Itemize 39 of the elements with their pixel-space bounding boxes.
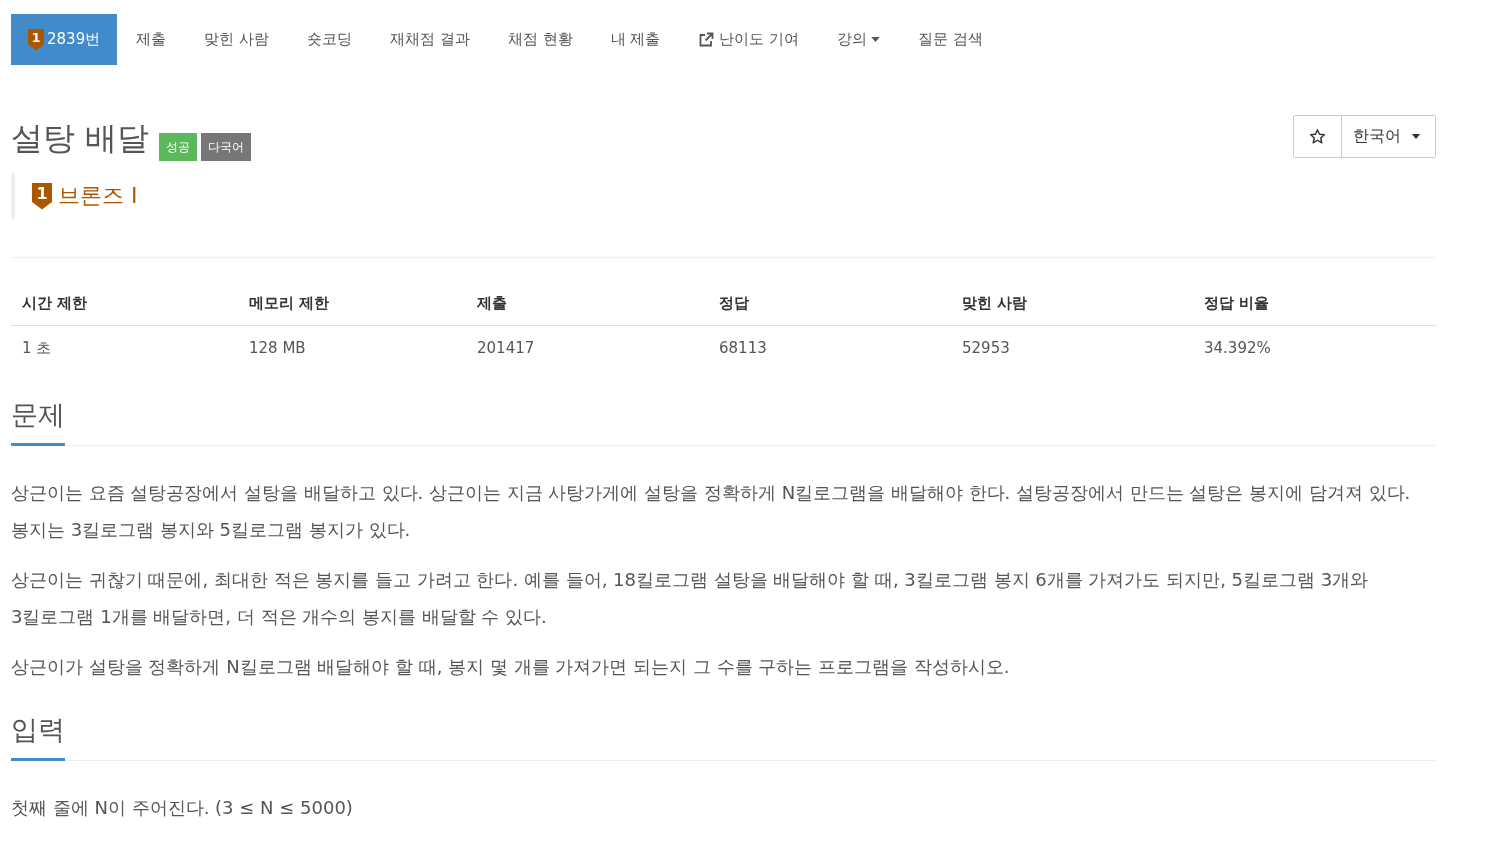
problem-paragraph: 상근이는 귀찮기 때문에, 최대한 적은 봉지를 들고 가려고 한다. 예를 들어, 18킬로그램 설탕을 배달해야 할 때, 3킬로그램 봉지 6개를 가져가도 되지만, 5킬로그램 3개와 3킬로그램 1개를 배달하면, 더 적은 개수의 봉지를 배달할 수 있다. (11, 568, 1370, 629)
nav-tab[interactable]: 질문 검색 (899, 14, 1002, 65)
favorite-button[interactable] (1294, 116, 1342, 157)
status-label: 다국어 (201, 133, 252, 161)
nav-tab[interactable]: 맞힌 사람 (185, 14, 288, 65)
nav-tab[interactable]: 강의 (818, 14, 900, 65)
nav-tab[interactable]: 숏코딩 (287, 14, 371, 65)
nav-tab[interactable]: 제출 (117, 14, 186, 65)
column-header: 정답 비율 (1203, 293, 1271, 314)
problem-paragraph: 첫째 줄에 N이 주어진다. (3 ≤ N ≤ 5000) (11, 796, 354, 820)
caret-icon (871, 37, 881, 42)
problem-title: 설탕 배달 (11, 118, 150, 159)
nav-tab[interactable]: 내 제출 (591, 14, 680, 65)
table-cell-text: 201417 (476, 338, 536, 359)
table-cell-text: 128 MB (248, 338, 307, 359)
section-heading: 입력 (11, 712, 65, 761)
status-label: 성공 (159, 133, 198, 161)
column-header: 메모리 제한 (248, 293, 331, 314)
column-header: 정답 (718, 293, 750, 314)
nav-tab[interactable]: 난이도 기여 (679, 14, 819, 65)
nav-tab[interactable]: 재채점 결과 (370, 14, 489, 65)
nav-tab[interactable]: 채점 현황 (488, 14, 592, 65)
external-link-icon (698, 31, 715, 48)
caret-icon (1411, 134, 1421, 139)
tier-badge: 1 (28, 28, 44, 51)
tier-name: 브론즈 I (58, 182, 138, 210)
column-header: 제출 (476, 293, 508, 314)
table-cell-text: 52953 (961, 338, 1011, 359)
column-header: 시간 제한 (21, 293, 89, 314)
table-cell-text: 34.392% (1203, 338, 1272, 359)
star-icon (1309, 128, 1326, 145)
problem-paragraph: 상근이가 설탕을 정확하게 N킬로그램 배달해야 할 때, 봉지 몇 개를 가져가면 되는지 그 수를 구하는 프로그램을 작성하시오. (11, 655, 1011, 679)
table-cell-text: 68113 (718, 338, 768, 359)
tier-badge: 1 (32, 182, 52, 210)
table-cell-text: 1 초 (21, 338, 53, 359)
section-heading: 문제 (11, 397, 65, 446)
column-header: 맞힌 사람 (961, 293, 1029, 314)
problem-paragraph: 상근이는 요즘 설탕공장에서 설탕을 배달하고 있다. 상근이는 지금 사탕가게에 설탕을 정확하게 N킬로그램을 배달해야 한다. 설탕공장에서 만드는 설탕은 봉지에 담겨져 있다. 봉지는 3킬로그램 봉지와 5킬로그램 봉지가 있다. (11, 481, 1412, 542)
nav-tab[interactable]: 1 2839번 (11, 14, 118, 65)
